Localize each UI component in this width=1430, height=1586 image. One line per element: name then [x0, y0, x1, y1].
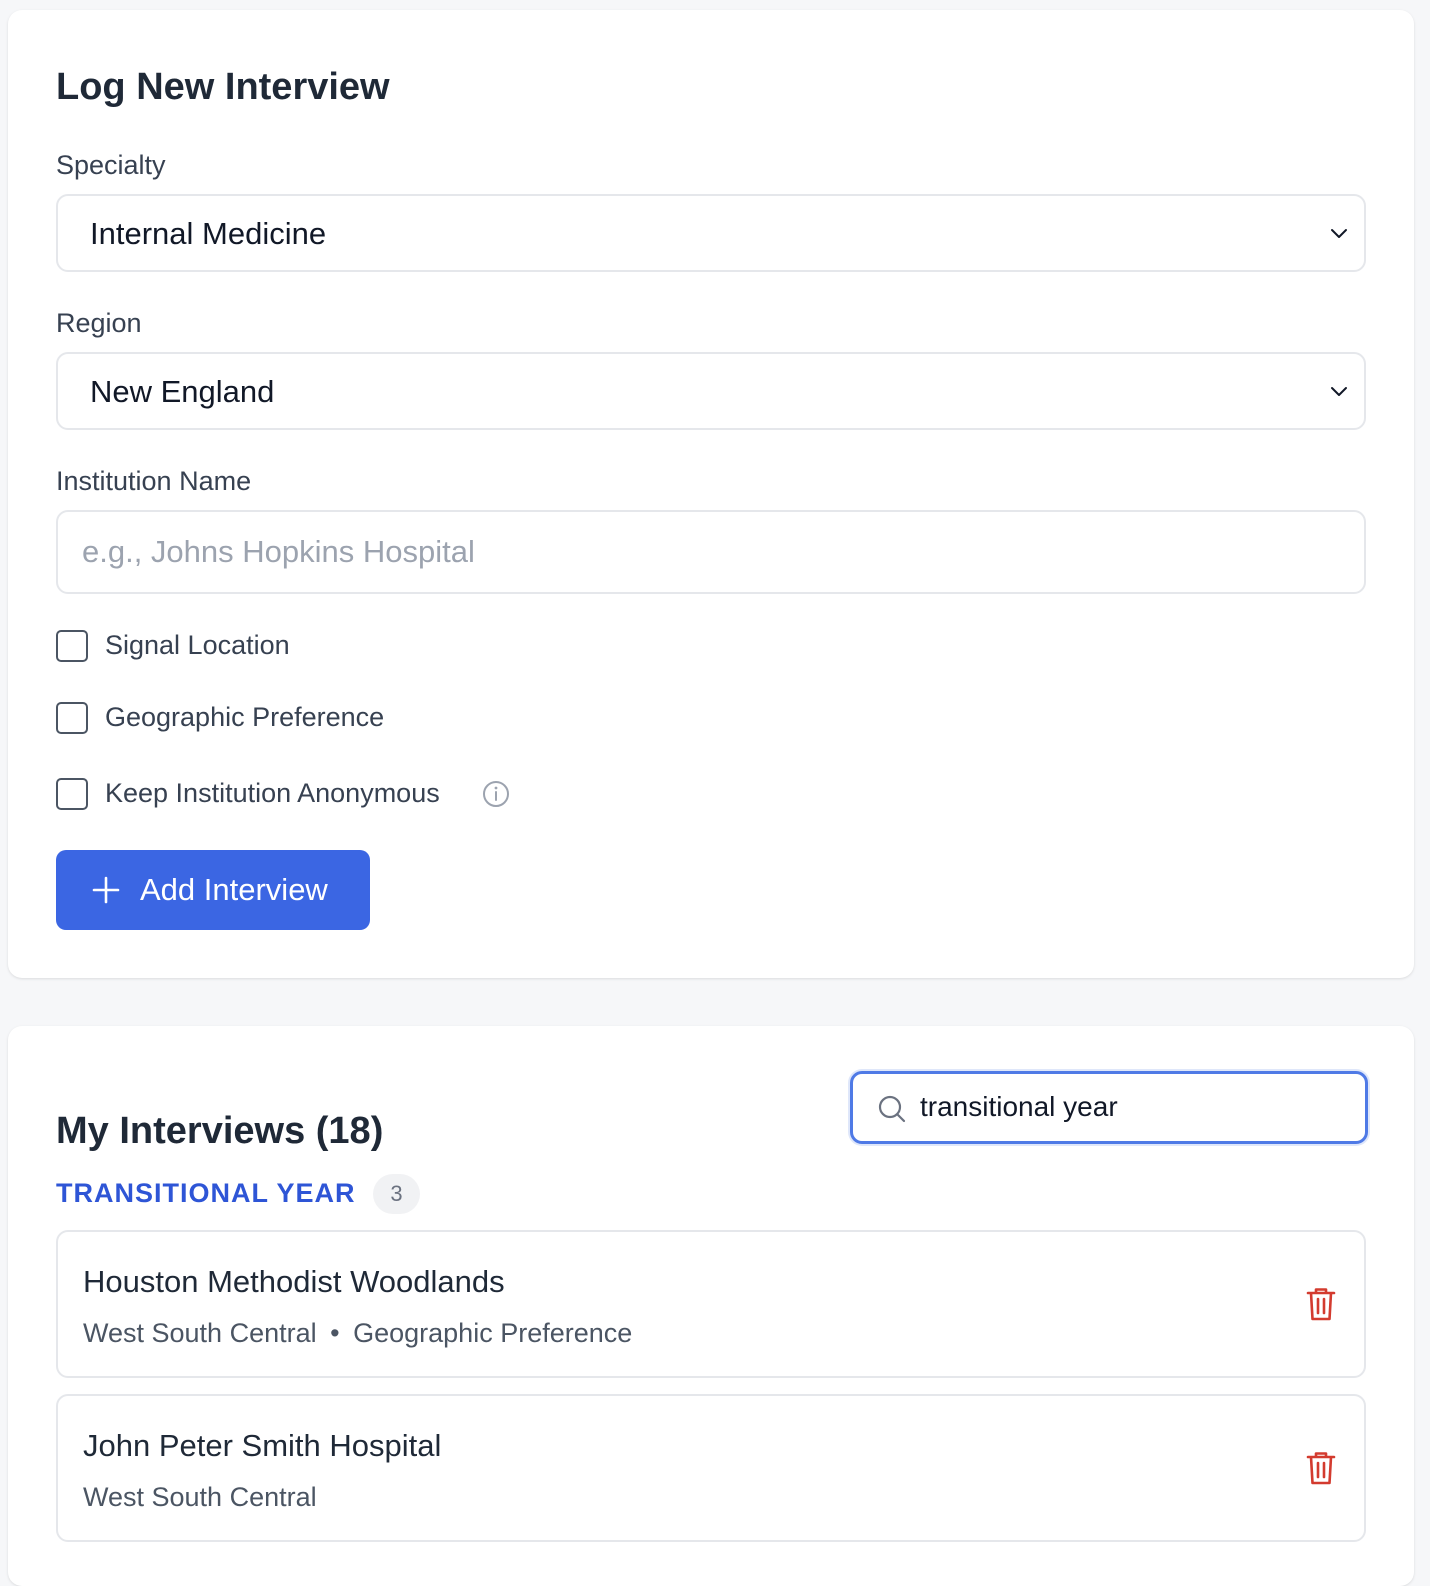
signal-location-label: Signal Location — [105, 630, 290, 660]
interview-region: West South Central — [83, 1318, 317, 1348]
log-interview-card: Log New Interview Specialty Internal Med… — [8, 10, 1414, 978]
plus-icon — [92, 876, 120, 904]
institution-name-input[interactable] — [56, 510, 1366, 594]
form-title: Log New Interview — [56, 66, 390, 108]
institution-label: Institution Name — [56, 466, 252, 496]
specialty-label: Specialty — [56, 150, 166, 180]
group-count-badge: 3 — [373, 1174, 420, 1214]
geographic-preference-label: Geographic Preference — [105, 702, 385, 732]
chevron-down-icon — [1331, 387, 1347, 396]
region-label: Region — [56, 308, 142, 338]
interview-item: John Peter Smith Hospital West South Cen… — [56, 1394, 1366, 1542]
specialty-selected-value: Internal Medicine — [90, 216, 327, 251]
region-selected-value: New England — [90, 374, 275, 409]
keep-anonymous-label: Keep Institution Anonymous — [105, 778, 440, 808]
specialty-select[interactable]: Internal Medicine — [56, 194, 1366, 272]
trash-icon[interactable] — [1304, 1450, 1338, 1486]
add-interview-label: Add Interview — [140, 872, 328, 907]
interview-item: Houston Methodist Woodlands West South C… — [56, 1230, 1366, 1378]
keep-anonymous-checkbox[interactable] — [56, 778, 88, 810]
search-value: transitional year — [920, 1091, 1118, 1122]
interview-details: West South Central • Geographic Preferen… — [83, 1318, 632, 1349]
detail-separator: • — [330, 1318, 340, 1348]
search-icon — [878, 1095, 906, 1123]
region-select[interactable]: New England — [56, 352, 1366, 430]
interviews-title: My Interviews (18) — [56, 1110, 384, 1152]
interview-region: West South Central — [83, 1482, 317, 1512]
add-interview-button[interactable]: Add Interview — [56, 850, 370, 930]
chevron-down-icon — [1331, 229, 1347, 238]
interview-name: John Peter Smith Hospital — [83, 1428, 442, 1463]
interview-details: West South Central — [83, 1482, 317, 1513]
info-icon[interactable] — [482, 780, 510, 808]
signal-location-checkbox[interactable] — [56, 630, 88, 662]
interview-search-input[interactable]: transitional year — [850, 1071, 1368, 1144]
my-interviews-card: My Interviews (18) transitional year TRA… — [8, 1026, 1414, 1586]
interview-name: Houston Methodist Woodlands — [83, 1264, 505, 1299]
geographic-preference-checkbox[interactable] — [56, 702, 88, 734]
interview-preference: Geographic Preference — [353, 1318, 633, 1348]
trash-icon[interactable] — [1304, 1286, 1338, 1322]
group-heading: TRANSITIONAL YEAR — [56, 1178, 356, 1208]
